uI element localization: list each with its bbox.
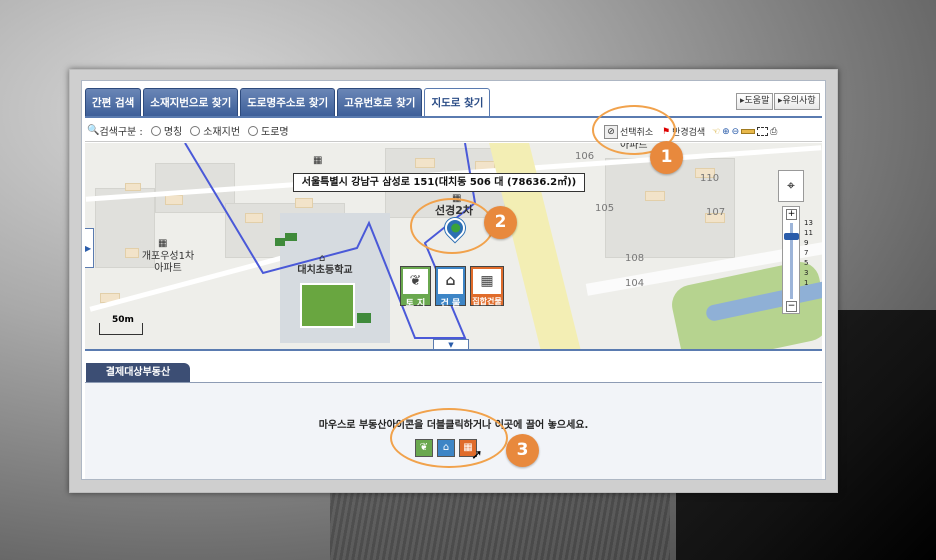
radius-search-label: 반경검색: [672, 128, 706, 138]
gaepo-label: 개포우성1차: [141, 251, 195, 262]
background-texture: [330, 490, 670, 560]
pan-control[interactable]: ⌖: [778, 170, 804, 202]
radio-lot-label: 소재지번: [203, 127, 241, 138]
gaepo-sub-label: 아파트: [154, 263, 182, 274]
caution-button[interactable]: ▸유의사항: [774, 93, 820, 110]
zoom-thumb[interactable]: [784, 233, 799, 240]
zoom-out-icon[interactable]: ⊖: [732, 127, 740, 137]
dong-label: 107: [706, 207, 726, 218]
tab-underline: [85, 116, 822, 118]
pan-icon[interactable]: ☜: [712, 127, 720, 137]
zoom-level-label: 5: [804, 259, 809, 267]
land-button[interactable]: ❦ 토 지: [400, 266, 431, 309]
dong-label: 106: [575, 151, 595, 162]
dong-label: 105: [595, 203, 615, 214]
radio-road-label: 도로명: [261, 127, 289, 138]
zoom-level-label: 1: [804, 279, 809, 287]
building-label: 건 물: [440, 299, 461, 309]
zoom-level-label: 7: [804, 249, 809, 257]
zoom-level-label: 11: [804, 229, 813, 237]
zoom-level-label: 9: [804, 239, 809, 247]
scale-bar: 50m: [99, 315, 143, 335]
collective-building-icon: ▦: [473, 269, 501, 294]
zoom-level-label: 3: [804, 269, 809, 277]
search-tabs: 간편 검색 소재지번으로 찾기 도로명주소로 찾기 고유번호로 찾기 지도로 찾…: [85, 88, 491, 117]
dong-label: 108: [625, 253, 645, 264]
tab-road-address[interactable]: 도로명주소로 찾기: [240, 88, 336, 116]
school-label: 대치초등학교: [297, 265, 353, 276]
callout-badge-2: 2: [484, 206, 517, 239]
dong-label: 104: [625, 278, 645, 289]
bottom-expand-button[interactable]: ▼: [433, 339, 469, 349]
radio-lot[interactable]: [190, 125, 201, 136]
collective-label: 집합건물: [472, 297, 502, 306]
school-marker-icon: ⌂: [319, 253, 326, 264]
collective-building-button[interactable]: ▦ 집합건물: [470, 266, 504, 306]
help-button[interactable]: ▸도움말: [736, 93, 774, 110]
print-icon[interactable]: ⎙: [770, 127, 777, 137]
scale-label: 50m: [112, 315, 134, 325]
search-type-label: 검색구분 :: [99, 127, 143, 138]
building-icon: ⌂: [438, 269, 463, 294]
zoom-slider[interactable]: + −: [782, 206, 800, 314]
building-button[interactable]: ⌂ 건 물: [435, 266, 466, 309]
zoom-in-button[interactable]: +: [786, 209, 797, 220]
radio-road[interactable]: [248, 125, 259, 136]
search-icon: 🔍: [87, 125, 100, 136]
zoom-out-button[interactable]: −: [786, 301, 797, 312]
callout-badge-3: 3: [506, 434, 539, 467]
zoom-in-icon[interactable]: ⊕: [722, 127, 730, 137]
measure-icon[interactable]: [741, 129, 756, 134]
address-tooltip: 서울특별시 강남구 삼성로 151(대치동 506 대 (78636.2㎡)): [293, 173, 585, 192]
side-expand-button[interactable]: ▶: [85, 228, 94, 268]
area-icon[interactable]: [757, 127, 769, 136]
tab-lot-number[interactable]: 소재지번으로 찾기: [143, 88, 239, 116]
tab-payment-property[interactable]: 결제대상부동산: [86, 363, 190, 383]
highlight-ring-3: [390, 408, 508, 468]
radio-name[interactable]: [150, 125, 161, 136]
apt-marker-icon: ▦: [158, 238, 168, 249]
radio-name-label: 명칭: [163, 127, 183, 138]
tab-map-search[interactable]: 지도로 찾기: [424, 88, 491, 117]
map-tools: ☜ ⊕ ⊖ ⎙: [712, 124, 777, 139]
highlight-ring-2: [410, 198, 494, 254]
zoom-level-label: 13: [804, 219, 813, 227]
land-icon: ❦: [403, 269, 428, 294]
land-label: 토 지: [405, 299, 426, 309]
tab-unique-number[interactable]: 고유번호로 찾기: [337, 88, 423, 116]
apt-marker-icon: ▦: [313, 155, 323, 166]
tab-simple-search[interactable]: 간편 검색: [85, 88, 142, 116]
callout-badge-1: 1: [650, 141, 683, 174]
dong-label: 110: [700, 173, 720, 184]
